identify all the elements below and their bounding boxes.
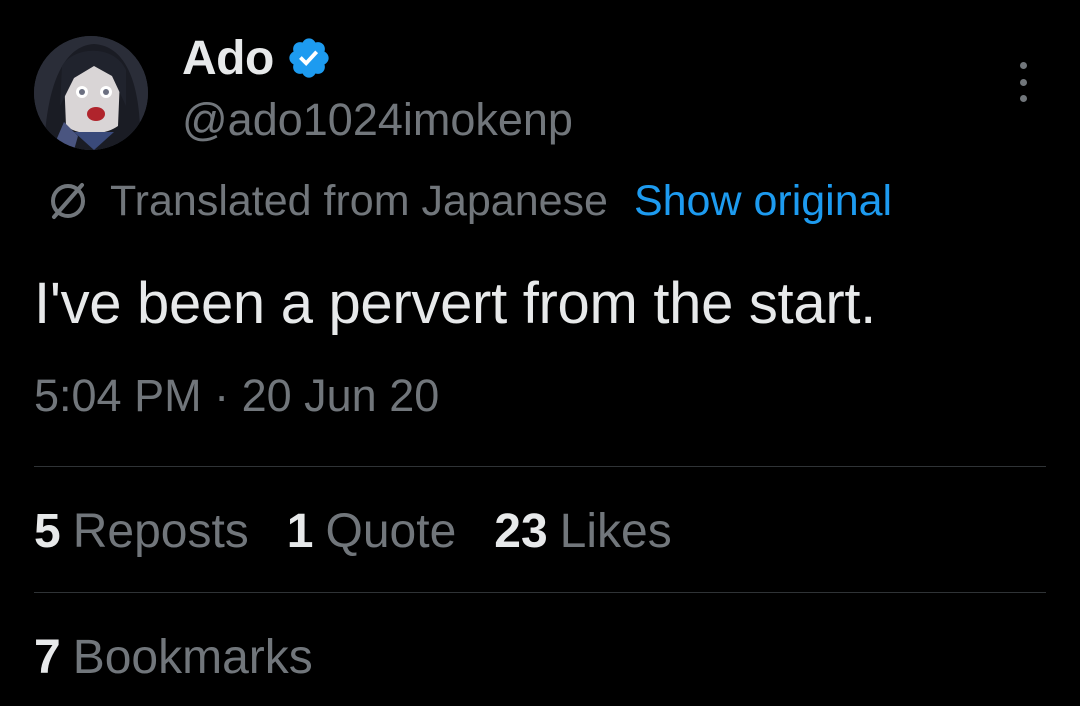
- author-display-name[interactable]: Ado: [182, 31, 274, 86]
- more-dots-icon: [1019, 62, 1027, 69]
- avatar[interactable]: [34, 36, 148, 150]
- quotes-label: Quote: [325, 505, 457, 558]
- tweet-detail: Ado @ado1024imokenp Translated from Japa…: [0, 0, 1080, 706]
- tweet-timestamp[interactable]: 5:04 PM · 20 Jun 20: [34, 370, 439, 422]
- divider: [34, 592, 1046, 593]
- engagement-stats: 5 Reposts 1 Quote 23 Likes: [34, 504, 710, 559]
- bookmarks-label: Bookmarks: [72, 631, 313, 684]
- quotes-stat[interactable]: 1 Quote: [287, 504, 456, 559]
- bookmarks-count: 7: [34, 631, 61, 684]
- bookmarks-stat[interactable]: 7 Bookmarks: [34, 630, 313, 685]
- likes-count: 23: [494, 505, 548, 558]
- reposts-count: 5: [34, 505, 61, 558]
- show-original-link[interactable]: Show original: [634, 177, 892, 226]
- more-dot: [1019, 95, 1027, 102]
- tweet-text: I've been a pervert from the start.: [34, 271, 876, 336]
- likes-stat[interactable]: 23 Likes: [494, 504, 671, 559]
- quotes-count: 1: [286, 505, 314, 558]
- more-dot: [1019, 78, 1027, 86]
- divider: [34, 466, 1046, 467]
- reposts-stat[interactable]: 5 Reposts: [34, 504, 249, 559]
- verified-badge-icon: [286, 35, 332, 81]
- translate-icon: [44, 177, 92, 225]
- translated-from-label: Translated from Japanese: [110, 176, 608, 225]
- author-handle[interactable]: @ado1024imokenp: [182, 94, 573, 146]
- likes-label: Likes: [559, 505, 672, 558]
- more-options-button[interactable]: [1008, 62, 1038, 102]
- reposts-label: Reposts: [72, 505, 249, 558]
- translation-row: Translated from Japanese Show original: [44, 174, 892, 228]
- avatar-image: [34, 36, 148, 150]
- author-name-row: Ado: [182, 30, 332, 86]
